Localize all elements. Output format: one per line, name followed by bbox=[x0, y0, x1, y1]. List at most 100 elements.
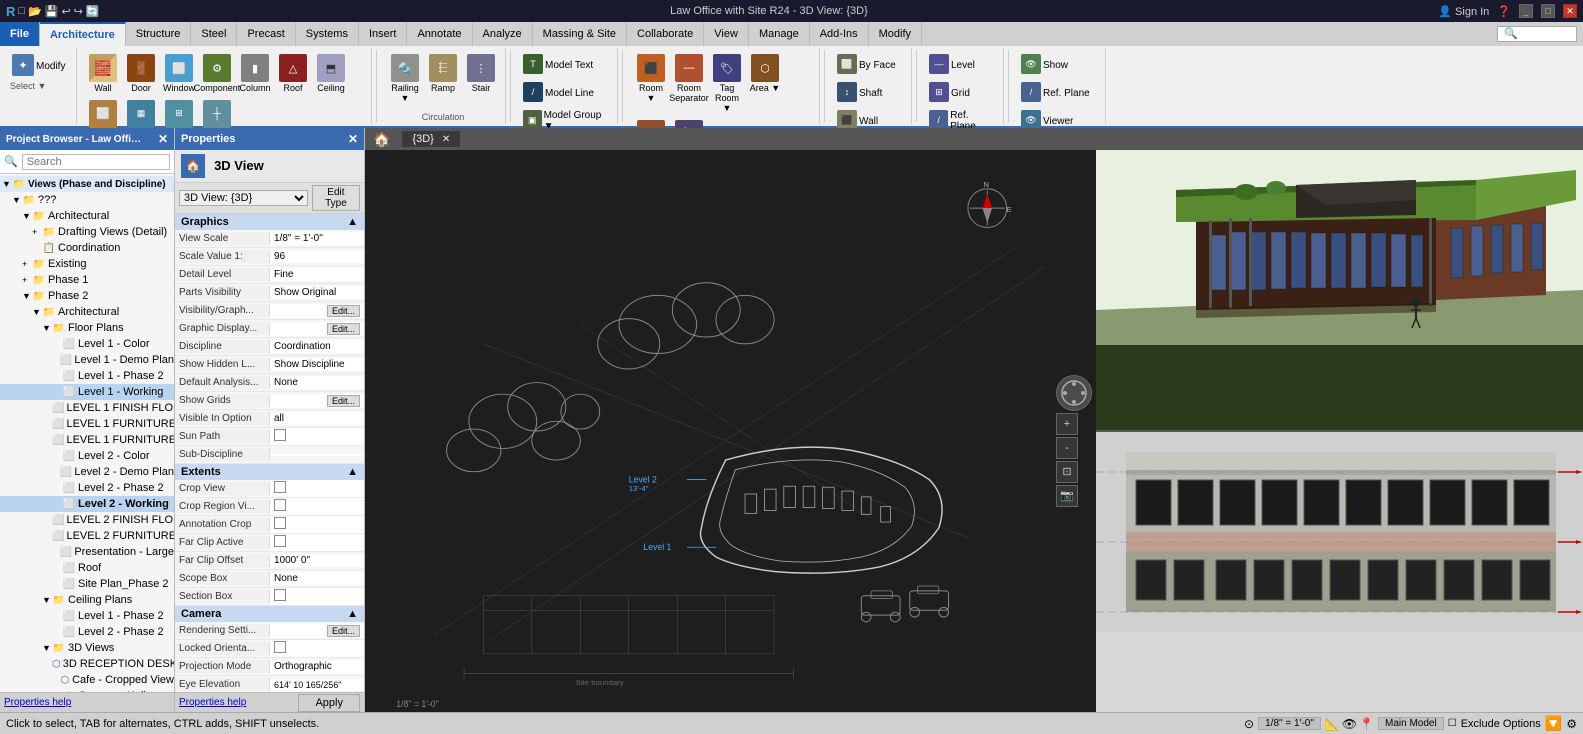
tab-massing[interactable]: Massing & Site bbox=[533, 22, 627, 46]
room-separator-btn[interactable]: — Room Separator bbox=[671, 52, 707, 106]
properties-help-link[interactable]: Properties help bbox=[4, 697, 71, 708]
tree-3d-views[interactable]: ▼📁 3D Views bbox=[0, 640, 174, 656]
annotation-crop-checkbox[interactable] bbox=[274, 517, 286, 529]
tab-annotate[interactable]: Annotate bbox=[407, 22, 472, 46]
crop-view-checkbox[interactable] bbox=[274, 481, 286, 493]
tab-systems[interactable]: Systems bbox=[296, 22, 359, 46]
tag-room-btn[interactable]: 🏷 Tag Room ▼ bbox=[709, 52, 745, 116]
stair-btn[interactable]: ⋮ Stair bbox=[463, 52, 499, 96]
rendering-edit-btn[interactable]: Edit... bbox=[327, 625, 360, 637]
door-btn[interactable]: 🚪 Door bbox=[123, 52, 159, 96]
tree-ceiling-plans[interactable]: ▼📁 Ceiling Plans bbox=[0, 592, 174, 608]
tree-level2-color[interactable]: ⬜ Level 2 - Color bbox=[0, 448, 174, 464]
properties-close[interactable]: ✕ bbox=[348, 132, 358, 146]
tree-cafe-cropped[interactable]: ⬡ Cafe - Cropped View bbox=[0, 672, 174, 688]
view-3d-color[interactable] bbox=[1096, 150, 1583, 430]
crop-region-checkbox[interactable] bbox=[274, 499, 286, 511]
app-icon-redo[interactable]: ↪ bbox=[74, 5, 83, 18]
tab-steel[interactable]: Steel bbox=[191, 22, 237, 46]
tree-drafting-views[interactable]: +📁 Drafting Views (Detail) bbox=[0, 224, 174, 240]
checkbox-exclude[interactable]: ☐ bbox=[1448, 718, 1457, 729]
vp-zoom-in[interactable]: + bbox=[1056, 413, 1078, 435]
tree-phase2[interactable]: ▼📁 Phase 2 bbox=[0, 288, 174, 304]
tab-view[interactable]: View bbox=[704, 22, 749, 46]
ramp-btn[interactable]: ⬱ Ramp bbox=[425, 52, 461, 96]
app-icon-undo[interactable]: ↩ bbox=[61, 5, 70, 18]
ribbon-search[interactable] bbox=[1491, 22, 1583, 46]
tree-architectural-1[interactable]: ▼📁 Architectural bbox=[0, 208, 174, 224]
vp-ctrl-circle[interactable] bbox=[1056, 375, 1092, 411]
roof-btn[interactable]: △ Roof bbox=[275, 52, 311, 96]
tree-level2-finish[interactable]: ⬜ LEVEL 2 FINISH FLO... bbox=[0, 512, 174, 528]
shaft-btn[interactable]: ↕ Shaft bbox=[835, 80, 905, 106]
vp-zoom-out[interactable]: - bbox=[1056, 437, 1078, 459]
view-select[interactable]: 3D View: {3D} bbox=[179, 190, 308, 206]
vp-fit-view[interactable]: ⊡ bbox=[1056, 461, 1078, 483]
vp-camera[interactable]: 📷 bbox=[1056, 485, 1078, 507]
wall-btn[interactable]: 🧱 Wall bbox=[85, 52, 121, 96]
maximize-btn[interactable]: □ bbox=[1541, 4, 1555, 18]
tab-manage[interactable]: Manage bbox=[749, 22, 810, 46]
model-text-btn[interactable]: T Model Text bbox=[521, 52, 611, 78]
minimize-btn[interactable]: _ bbox=[1519, 4, 1533, 18]
show-workplane-btn[interactable]: 👁 Show bbox=[1019, 52, 1099, 78]
properties-help-link2[interactable]: Properties help bbox=[179, 697, 246, 708]
area-btn[interactable]: ⬡ Area ▼ bbox=[747, 52, 783, 96]
tab-analyze[interactable]: Analyze bbox=[473, 22, 533, 46]
tree-roof[interactable]: ⬜ Roof bbox=[0, 560, 174, 576]
tab-insert[interactable]: Insert bbox=[359, 22, 408, 46]
tree-level2-phase2[interactable]: ⬜ Level 2 - Phase 2 bbox=[0, 480, 174, 496]
tree-site-plan[interactable]: ⬜ Site Plan_Phase 2 bbox=[0, 576, 174, 592]
grid-btn[interactable]: ⊞ Grid bbox=[927, 80, 997, 106]
column-btn[interactable]: ▮ Column bbox=[237, 52, 273, 96]
project-browser-close[interactable]: ✕ bbox=[158, 132, 168, 146]
filter-icon[interactable]: 🔽 bbox=[1545, 715, 1562, 732]
apply-btn[interactable]: Apply bbox=[298, 694, 360, 712]
room-btn[interactable]: ⬛ Room ▼ bbox=[633, 52, 669, 106]
tree-ceiling-level1[interactable]: ⬜ Level 1 - Phase 2 bbox=[0, 608, 174, 624]
search-input[interactable] bbox=[22, 154, 170, 170]
tree-ceiling-level2[interactable]: ⬜ Level 2 - Phase 2 bbox=[0, 624, 174, 640]
tab-precast[interactable]: Precast bbox=[237, 22, 295, 46]
view-elevation[interactable] bbox=[1096, 430, 1583, 712]
app-icon-save[interactable]: 💾 bbox=[45, 5, 59, 18]
tree-level1-phase2[interactable]: ⬜ Level 1 - Phase 2 bbox=[0, 368, 174, 384]
select-btn[interactable]: ✦ Modify bbox=[10, 52, 70, 80]
tree-architectural-2[interactable]: ▼📁 Architectural bbox=[0, 304, 174, 320]
tab-modify[interactable]: Modify bbox=[869, 22, 922, 46]
tree-3d-reception[interactable]: ⬡ 3D RECEPTION DESK bbox=[0, 656, 174, 672]
tree-existing[interactable]: +📁 Existing bbox=[0, 256, 174, 272]
by-face-btn[interactable]: ⬜ By Face bbox=[835, 52, 905, 78]
show-grids-edit-btn[interactable]: Edit... bbox=[327, 395, 360, 407]
tab-addins[interactable]: Add-Ins bbox=[810, 22, 869, 46]
tab-architecture[interactable]: Architecture bbox=[40, 22, 126, 46]
tree-level1-furniture[interactable]: ⬜ LEVEL 1 FURNITURE bbox=[0, 416, 174, 432]
visibility-edit-btn[interactable]: Edit... bbox=[327, 305, 360, 317]
tab-collaborate[interactable]: Collaborate bbox=[627, 22, 704, 46]
section-graphics[interactable]: Graphics▲ bbox=[175, 214, 364, 230]
model-line-btn[interactable]: / Model Line bbox=[521, 80, 611, 106]
tree-floor-plans[interactable]: ▼📁 Floor Plans bbox=[0, 320, 174, 336]
tree-level2-furniture[interactable]: ⬜ LEVEL 2 FURNITURE bbox=[0, 528, 174, 544]
tab-file[interactable]: File bbox=[0, 22, 40, 46]
tree-level1-demo[interactable]: ⬜ Level 1 - Demo Plan bbox=[0, 352, 174, 368]
tree-level1-finish[interactable]: ⬜ LEVEL 1 FINISH FLO... bbox=[0, 400, 174, 416]
far-clip-checkbox[interactable] bbox=[274, 535, 286, 547]
view3d[interactable]: Level 2 13'-4" Level 1 N E bbox=[365, 150, 1096, 712]
tree-level2-working[interactable]: ⬜ Level 2 - Working bbox=[0, 496, 174, 512]
tree-presentation[interactable]: ⬜ Presentation - Large bbox=[0, 544, 174, 560]
tree-item-unknown[interactable]: ▼📁 ??? bbox=[0, 192, 174, 208]
viewport-tab-3d[interactable]: {3D} ✕ bbox=[402, 131, 460, 147]
app-icon-open[interactable]: 📂 bbox=[28, 5, 42, 18]
viewport-tab-close[interactable]: ✕ bbox=[442, 134, 450, 145]
component-btn[interactable]: ⚙ Component bbox=[199, 52, 235, 96]
tree-coordination[interactable]: 📋 Coordination bbox=[0, 240, 174, 256]
select-label[interactable]: Select ▼ bbox=[10, 81, 46, 91]
ref-plane-wp-btn[interactable]: / Ref. Plane bbox=[1019, 80, 1099, 106]
ceiling-btn[interactable]: ⬒ Ceiling bbox=[313, 52, 349, 96]
tab-structure[interactable]: Structure bbox=[126, 22, 192, 46]
tree-level1-furniture2[interactable]: ⬜ LEVEL 1 FURNITURE bbox=[0, 432, 174, 448]
level-btn[interactable]: — Level bbox=[927, 52, 997, 78]
app-icon-new[interactable]: □ bbox=[18, 5, 25, 17]
tree-views-section[interactable]: ▼📁 Views (Phase and Discipline) bbox=[0, 176, 174, 192]
